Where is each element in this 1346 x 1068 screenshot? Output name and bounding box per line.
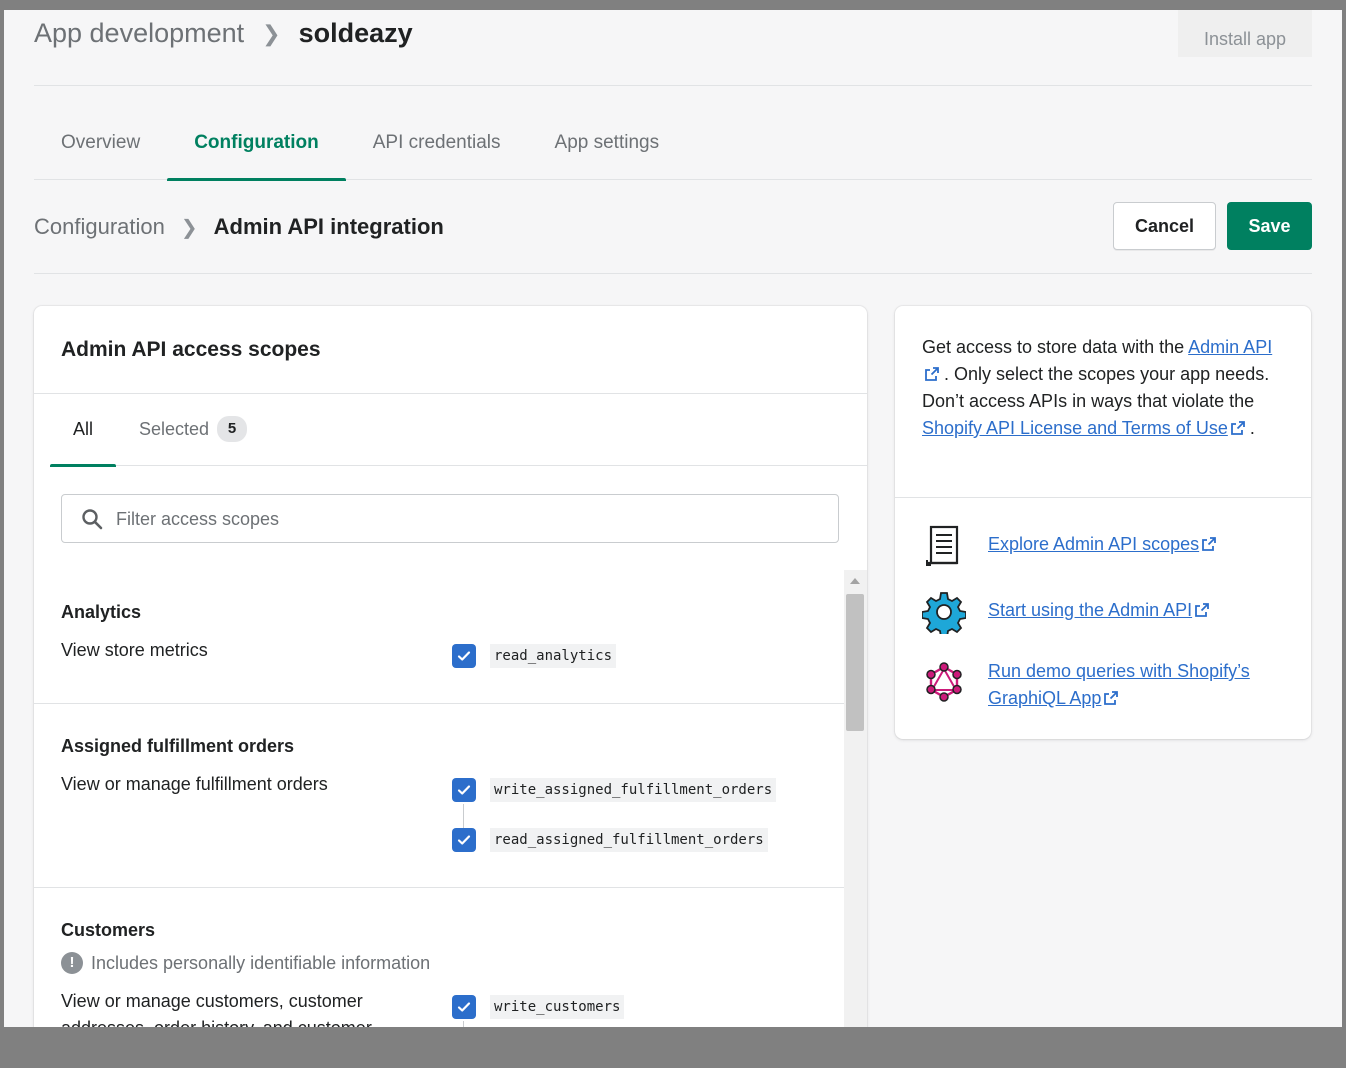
save-button[interactable]: Save [1227,202,1312,250]
info-card: Get access to store data with the Admin … [895,306,1311,739]
explore-scopes-link[interactable]: Explore Admin API scopes [988,534,1199,554]
main-tabs: Overview Configuration API credentials A… [34,122,1312,181]
document-scroll-icon [926,525,959,566]
scope-write-customers[interactable]: write_customers [452,995,625,1019]
group-title: Assigned fulfillment orders [61,736,295,756]
page-header: App development ❯ soldeazy Install app [34,10,1312,86]
breadcrumb: App development ❯ soldeazy [34,18,413,49]
scope-name: read_analytics [490,644,617,668]
tab-all[interactable]: All [50,394,117,467]
filter-scopes-field[interactable] [61,494,839,543]
group-description: View or manage fulfillment orders [61,774,328,794]
group-description: View store metrics [61,640,208,660]
scope-checkbox[interactable] [452,778,476,802]
divider [895,497,1311,498]
scope-connector [463,1021,464,1027]
external-link-icon [1195,603,1210,617]
breadcrumb-app-development[interactable]: App development [34,18,244,49]
admin-api-link[interactable]: Admin API [1188,337,1272,357]
scope-name: write_assigned_fulfillment_orders [490,778,777,802]
external-link-icon [1230,421,1245,435]
scopes-list: Analytics View store metrics read_analyt… [34,570,844,1027]
chevron-right-icon: ❯ [262,20,281,46]
scope-checkbox[interactable] [452,828,476,852]
info-text-2: . Only select the scopes your app needs.… [922,364,1270,411]
app-frame: App development ❯ soldeazy Install app O… [4,10,1342,1027]
scope-group-assigned-fulfillment-orders: Assigned fulfillment orders View or mana… [34,704,844,888]
scope-name: read_assigned_fulfillment_orders [490,828,768,852]
section-title: Admin API integration [213,214,444,239]
scope-group-customers: Customers ! Includes personally identifi… [34,888,844,1027]
resource-start-admin-api[interactable]: Start using the Admin API [922,590,1288,634]
section-header: Configuration ❯ Admin API integration Ca… [34,200,1312,274]
page-title: soldeazy [298,18,413,48]
install-app-button[interactable]: Install app [1178,10,1312,57]
external-link-icon [1202,537,1217,551]
section-breadcrumb: Configuration ❯ Admin API integration [34,214,444,240]
api-license-link[interactable]: Shopify API License and Terms of Use [922,418,1228,438]
group-title: Customers [61,920,156,940]
scope-group-analytics: Analytics View store metrics read_analyt… [34,570,844,704]
info-paragraph: Get access to store data with the Admin … [922,334,1282,442]
resource-explore-scopes[interactable]: Explore Admin API scopes [922,524,1288,568]
access-scopes-card: Admin API access scopes All Selected 5 A… [34,306,867,1027]
scrollbar-thumb[interactable] [846,594,864,731]
checkmark-icon [457,785,471,795]
group-description: View or manage customers, customer addre… [61,991,372,1027]
external-link-icon [925,367,939,381]
tab-selected[interactable]: Selected 5 [116,394,270,466]
scrollbar[interactable] [844,570,867,1027]
info-text-1: Get access to store data with the [922,337,1185,357]
scope-read-analytics[interactable]: read_analytics [452,644,617,668]
external-link-icon [1104,691,1119,705]
info-icon: ! [61,952,83,974]
graphql-icon [926,662,962,702]
breadcrumb-configuration[interactable]: Configuration [34,214,165,240]
group-title: Analytics [61,602,142,622]
info-text-3: . [1249,418,1255,438]
graphiql-demo-link[interactable]: Run demo queries with Shopify’s GraphiQL… [988,661,1250,708]
scope-connector [463,804,464,828]
tab-selected-label: Selected [139,419,210,439]
tab-api-credentials[interactable]: API credentials [346,122,528,180]
scope-write-assigned-fulfillment-orders[interactable]: write_assigned_fulfillment_orders [452,778,777,802]
scope-checkbox[interactable] [452,644,476,668]
tab-configuration[interactable]: Configuration [167,122,346,181]
checkmark-icon [457,651,471,661]
scope-tabs: All Selected 5 [50,394,867,467]
filter-scopes-input[interactable] [116,503,816,535]
pii-note: ! Includes personally identifiable infor… [61,952,430,974]
checkmark-icon [457,1002,471,1012]
chevron-right-icon: ❯ [180,216,198,239]
checkmark-icon [457,835,471,845]
search-icon [82,509,103,530]
scope-read-assigned-fulfillment-orders[interactable]: read_assigned_fulfillment_orders [452,828,768,852]
tab-overview[interactable]: Overview [34,122,167,180]
tab-app-settings[interactable]: App settings [528,122,687,180]
card-title: Admin API access scopes [61,338,321,361]
scroll-up-arrow[interactable] [850,578,860,584]
cancel-button[interactable]: Cancel [1113,202,1216,250]
pii-note-text: Includes personally identifiable informa… [91,952,431,973]
selected-count-badge: 5 [217,416,248,442]
scope-name: write_customers [490,995,625,1019]
start-admin-api-link[interactable]: Start using the Admin API [988,600,1192,620]
scope-checkbox[interactable] [452,995,476,1019]
resource-graphiql-demo[interactable]: Run demo queries with Shopify’s GraphiQL… [922,660,1288,712]
gear-icon [922,592,966,634]
